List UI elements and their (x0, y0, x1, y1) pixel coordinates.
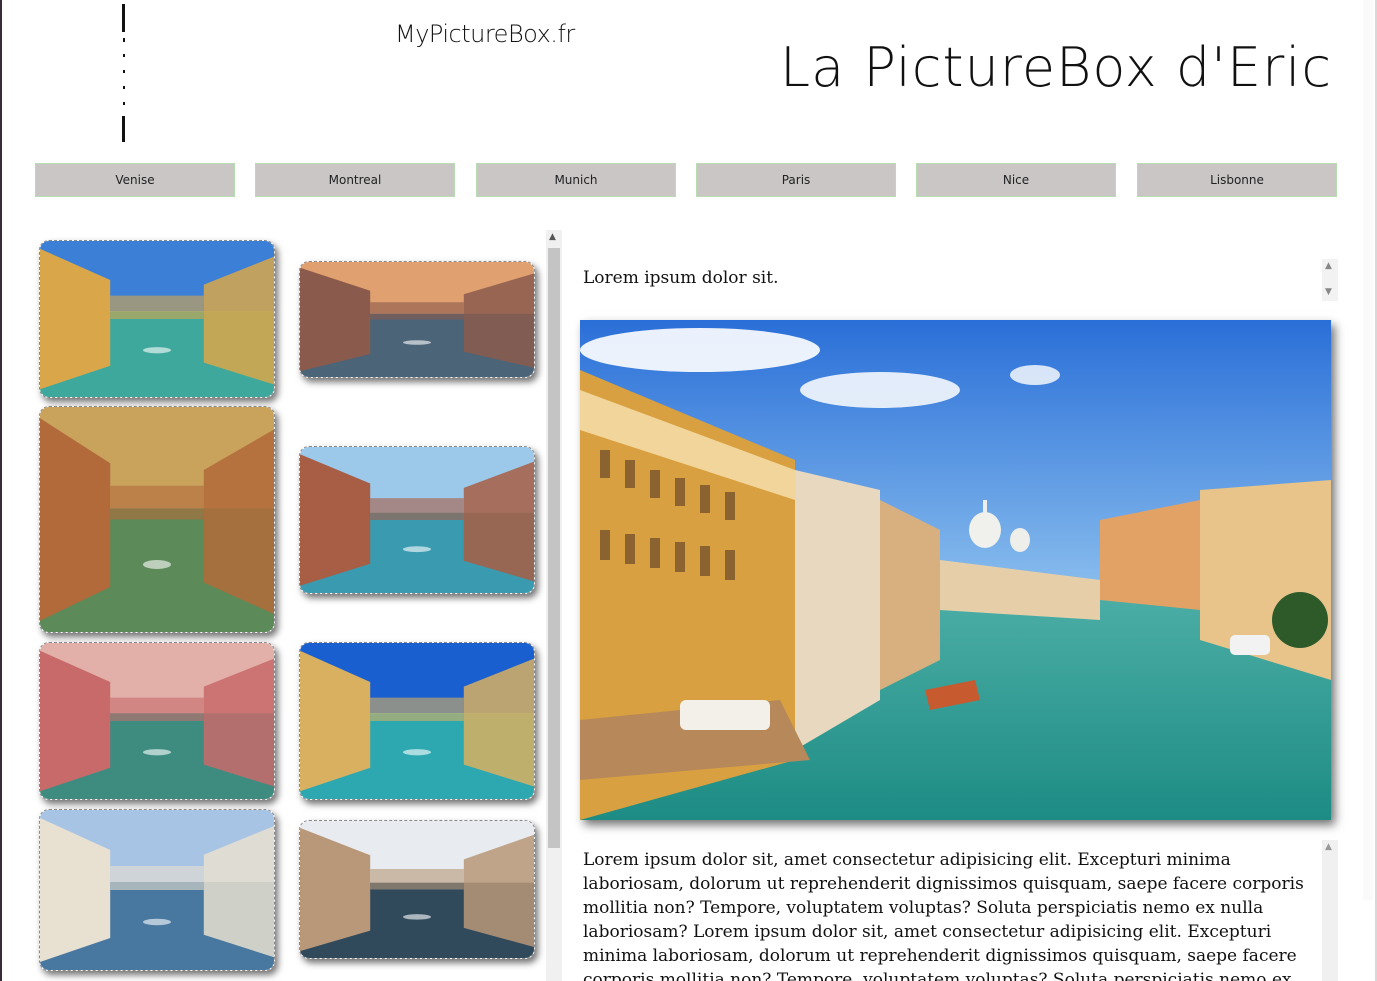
bar-logo-icon (122, 4, 125, 142)
scroll-up-arrow-icon[interactable]: ▲ (1325, 842, 1332, 852)
grand-canal-daylight-photo (40, 241, 274, 397)
thumbnail-image[interactable] (299, 820, 535, 959)
city-nav: Venise Montreal Munich Paris Nice Lisbon… (35, 163, 1339, 199)
nav-button-venise[interactable]: Venise (35, 163, 235, 197)
thumbnail-image[interactable] (39, 406, 275, 633)
caption-scrollbar[interactable]: ▲ ▼ (1322, 259, 1338, 301)
thumbnail-image[interactable] (299, 642, 535, 800)
main-image (580, 320, 1331, 820)
image-caption: Lorem ipsum dolor sit. (583, 268, 779, 288)
thumbnail-image[interactable] (299, 446, 535, 594)
thumbnail-image[interactable] (299, 261, 535, 378)
venice-grand-canal-image (580, 320, 1331, 820)
thumbnail-image[interactable] (39, 240, 275, 398)
nav-button-nice[interactable]: Nice (916, 163, 1116, 197)
image-description: Lorem ipsum dolor sit, amet consectetur … (583, 850, 1304, 981)
site-name: MyPictureBox.fr (395, 20, 575, 48)
thumbnail-gallery (30, 230, 564, 981)
bridge-of-sighs-photo (300, 447, 534, 593)
narrow-canal-bridge-photo (40, 407, 274, 632)
nav-button-lisbonne[interactable]: Lisbonne (1137, 163, 1337, 197)
thumbnail-image[interactable] (39, 642, 275, 800)
nav-button-paris[interactable]: Paris (696, 163, 896, 197)
nav-button-munich[interactable]: Munich (476, 163, 676, 197)
nav-button-montreal[interactable]: Montreal (255, 163, 455, 197)
scrollbar-thumb[interactable] (548, 248, 560, 848)
grand-canal-blue-photo (300, 643, 534, 799)
scroll-up-arrow-icon[interactable]: ▲ (1325, 261, 1332, 271)
canal-sunset-photo (300, 262, 534, 377)
scroll-down-arrow-icon[interactable]: ▼ (1325, 287, 1332, 297)
window-left-edge (0, 0, 2, 981)
gondola-canal-photo (40, 643, 274, 799)
scroll-up-arrow-icon[interactable]: ▲ (549, 232, 556, 242)
thumbnail-image[interactable] (39, 809, 275, 971)
gallery-scrollbar[interactable]: ▲ (546, 230, 562, 981)
page-scrollbar[interactable] (1363, 0, 1373, 900)
rialto-gondola-photo (40, 810, 274, 970)
description-scrollbar[interactable]: ▲ (1322, 840, 1338, 981)
salute-dusk-photo (300, 821, 534, 958)
page-title: La PictureBox d'Eric (780, 36, 1333, 99)
